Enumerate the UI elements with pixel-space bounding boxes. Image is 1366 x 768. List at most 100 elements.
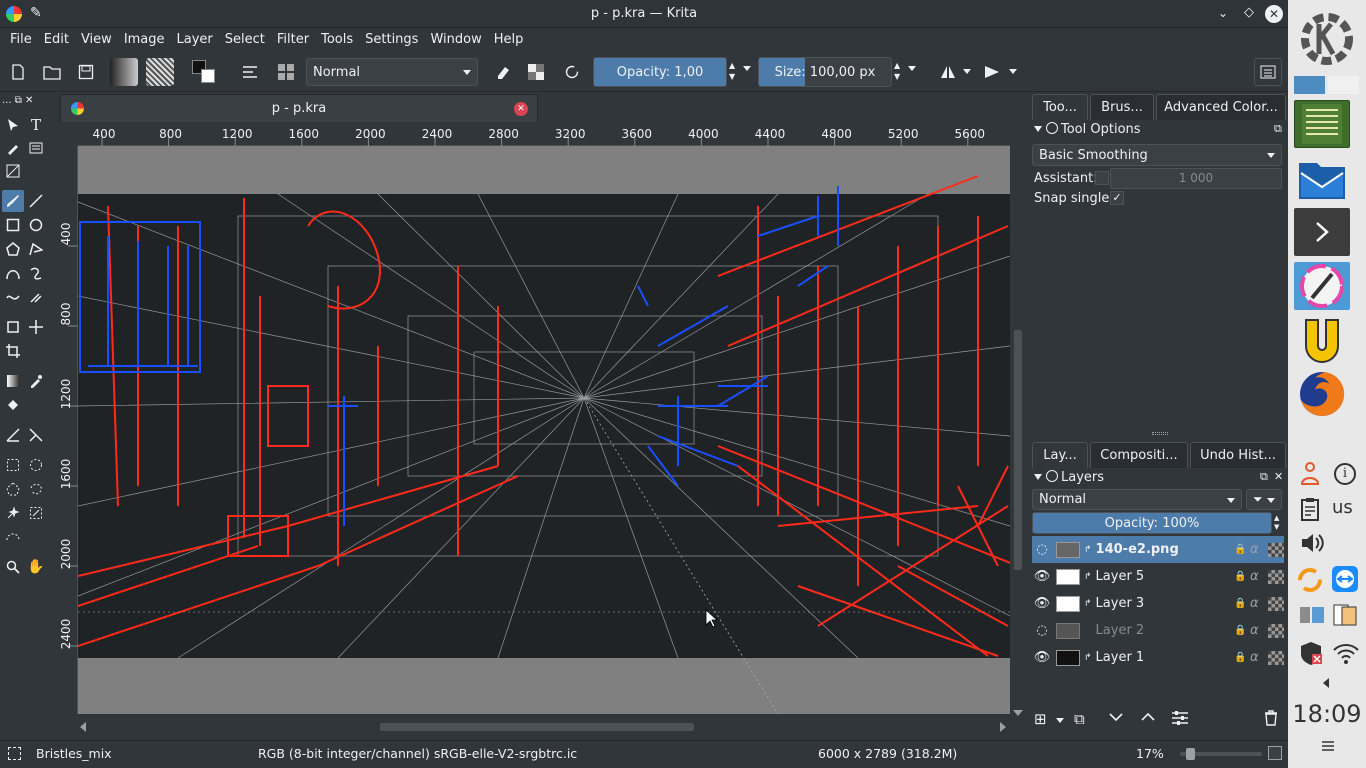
contiguous-select-tool-icon[interactable] <box>2 502 24 524</box>
layer-name[interactable]: Layer 5 <box>1096 569 1234 584</box>
layer-visibility-icon[interactable]: 👁 <box>1032 596 1052 611</box>
layers-close-icon[interactable]: ✕ <box>1274 470 1283 483</box>
measure-tool-icon[interactable] <box>2 424 24 446</box>
gradient-tool-icon[interactable] <box>2 370 24 392</box>
layers-collapse-icon[interactable] <box>1034 474 1042 480</box>
layer-lock-icon[interactable]: 🔒 <box>1234 571 1250 582</box>
brush-presets-icon[interactable] <box>272 58 300 86</box>
dynamic-brush-tool-icon[interactable] <box>2 286 24 308</box>
layer-blend-mode-select[interactable]: Normal <box>1032 489 1242 510</box>
color-swatch-icon[interactable] <box>190 58 220 86</box>
scroll-left-icon[interactable] <box>80 722 86 732</box>
info-icon[interactable]: i <box>1334 463 1356 485</box>
zoom-slider-handle[interactable] <box>1186 748 1195 760</box>
duplicate-layer-icon[interactable]: ⧉ <box>1074 710 1085 728</box>
tab-brush-presets[interactable]: Brus... <box>1090 94 1154 120</box>
canvas-viewport[interactable] <box>78 146 1010 714</box>
assistant-magnetism-input[interactable]: 1 000 <box>1110 168 1282 189</box>
document-tab-close-icon[interactable]: ✕ <box>514 102 528 116</box>
user-status-icon[interactable] <box>1300 460 1320 486</box>
move-layer-up-icon[interactable] <box>1140 710 1156 728</box>
toolbox-close-icon[interactable]: ✕ <box>25 95 33 106</box>
rect-select-tool-icon[interactable] <box>2 454 24 476</box>
layer-inherit-alpha-icon[interactable] <box>1268 623 1284 638</box>
smoothing-select[interactable]: Basic Smoothing <box>1032 144 1282 166</box>
firefox-task-icon[interactable] <box>1294 370 1350 418</box>
scroll-right-icon[interactable] <box>1000 722 1006 732</box>
blend-mode-select[interactable]: Normal <box>306 58 478 86</box>
menu-window[interactable]: Window <box>424 28 487 52</box>
layer-inherit-alpha-icon[interactable] <box>1268 650 1284 665</box>
horizontal-ruler[interactable]: 400 800 1200 1600 2000 2400 2800 3200 3600 4000 44… <box>78 124 1010 146</box>
clock[interactable]: 18:09 <box>1288 700 1366 728</box>
tool-options-collapse-icon[interactable] <box>1034 126 1042 132</box>
selection-status-icon[interactable] <box>8 747 21 760</box>
tool-options-float-icon[interactable]: ⧉ <box>1274 122 1282 136</box>
menu-select[interactable]: Select <box>219 28 271 52</box>
tab-compositions[interactable]: Compositi... <box>1090 442 1188 468</box>
size-menu-icon[interactable] <box>908 66 916 71</box>
layer-lock-icon[interactable]: 🔒 <box>1234 625 1250 636</box>
layer-alpha-icon[interactable]: α <box>1250 569 1268 584</box>
assistant-tool-icon[interactable] <box>25 424 47 446</box>
layer-row[interactable]: ◌ ↱ 140-e2.png 🔒 α <box>1032 536 1284 563</box>
layer-properties-icon[interactable] <box>1171 710 1189 730</box>
job-parameters-task-icon[interactable] <box>1294 100 1350 148</box>
calligraphy-tool-icon[interactable] <box>2 137 24 159</box>
polygon-select-tool-icon[interactable] <box>2 478 24 500</box>
virtual-desktop-1[interactable] <box>1294 76 1325 94</box>
layer-row[interactable]: ◌ ↱ Layer 2 🔒 α <box>1032 617 1284 644</box>
layers-float-icon[interactable]: ⧉ <box>1260 470 1268 484</box>
edit-shapes-tool-icon[interactable] <box>25 137 47 159</box>
layer-inherit-alpha-icon[interactable] <box>1268 569 1284 584</box>
tool-options-lock-icon[interactable] <box>1046 122 1058 134</box>
freehand-select-tool-icon[interactable] <box>25 478 47 500</box>
eraser-mode-icon[interactable] <box>488 58 516 86</box>
move-layer-down-icon[interactable] <box>1108 710 1124 728</box>
layer-alpha-icon[interactable]: α <box>1250 596 1268 611</box>
tab-layers[interactable]: Lay... <box>1032 442 1088 468</box>
volume-icon[interactable] <box>1300 532 1324 558</box>
menu-filter[interactable]: Filter <box>271 28 315 52</box>
scroll-down-icon[interactable] <box>1013 710 1023 716</box>
layer-alpha-icon[interactable]: α <box>1250 623 1268 638</box>
layer-inherit-alpha-icon[interactable] <box>1268 542 1284 557</box>
layer-visibility-icon[interactable]: 👁 <box>1032 569 1052 584</box>
layer-visibility-icon[interactable]: ◌ <box>1032 542 1052 557</box>
window-titlebar[interactable]: ✎ p - p.kra — Krita ⌄ ◇ ✕ <box>0 0 1288 28</box>
new-document-icon[interactable] <box>4 58 32 86</box>
drawing-canvas[interactable] <box>78 146 1010 714</box>
ellipse-tool-icon[interactable] <box>25 214 47 236</box>
layer-opacity-slider[interactable]: Opacity: 100% <box>1032 512 1272 534</box>
mirror-horizontal-icon[interactable] <box>934 58 962 86</box>
opacity-menu-icon[interactable] <box>743 66 751 71</box>
opacity-spin-icon[interactable]: ▲ ▼ <box>729 60 735 82</box>
keyboard-layout-label[interactable]: us <box>1332 497 1353 518</box>
krita-task-icon[interactable] <box>1294 262 1350 310</box>
ellipse-select-tool-icon[interactable] <box>25 454 47 476</box>
layer-visibility-icon[interactable]: ◌ <box>1032 623 1052 638</box>
firewall-icon[interactable] <box>1298 640 1324 670</box>
mirror-h-menu-icon[interactable] <box>963 69 971 74</box>
pattern-preset-icon[interactable] <box>146 58 174 86</box>
zoom-level[interactable]: 17% <box>1136 746 1164 761</box>
layers-lock-icon[interactable] <box>1046 470 1058 482</box>
bezier-tool-icon[interactable] <box>2 262 24 284</box>
layer-name[interactable]: Layer 3 <box>1096 596 1234 611</box>
zoom-tool-icon[interactable] <box>2 556 24 578</box>
layer-row[interactable]: 👁 ↱ Layer 1 🔒 α <box>1032 644 1284 671</box>
layer-opacity-spin-icon[interactable]: ▲ ▼ <box>1274 514 1279 532</box>
vertical-scrollbar[interactable] <box>1012 146 1024 720</box>
rectangle-tool-icon[interactable] <box>2 214 24 236</box>
mail-task-icon[interactable] <box>1294 154 1350 202</box>
polygon-tool-icon[interactable] <box>2 238 24 260</box>
layer-lock-icon[interactable]: 🔒 <box>1234 544 1250 555</box>
menu-edit[interactable]: Edit <box>38 28 75 52</box>
wifi-icon[interactable] <box>1332 640 1360 670</box>
layer-inherit-alpha-icon[interactable] <box>1268 596 1284 611</box>
select-shapes-tool-icon[interactable] <box>2 114 24 136</box>
transform-tool-icon[interactable] <box>2 316 24 338</box>
menu-layer[interactable]: Layer <box>171 28 219 52</box>
fill-tool-icon[interactable] <box>2 394 24 416</box>
polyline-tool-icon[interactable] <box>25 238 47 260</box>
